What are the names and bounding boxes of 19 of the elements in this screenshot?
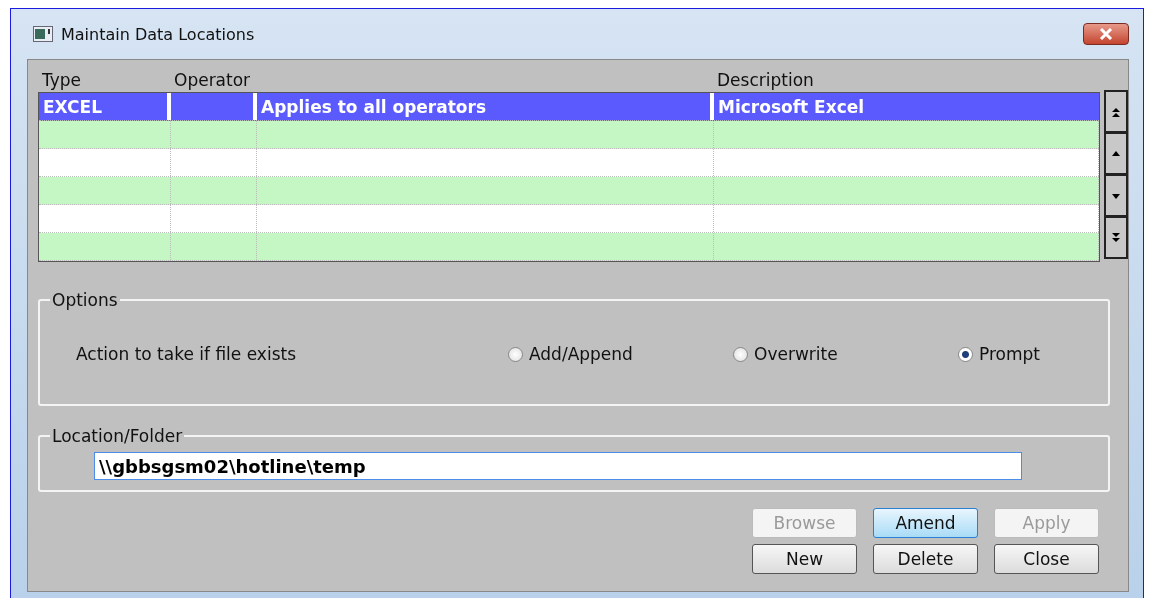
option-label: Action to take if file exists [76, 344, 298, 364]
column-header: Description [716, 70, 815, 90]
table-row[interactable]: EXCEL Applies to all operators Microsoft Excel [39, 93, 1099, 121]
group-title: Location/Folder [51, 426, 184, 446]
table-cell: Applies to all operators [261, 96, 487, 117]
dialog-button[interactable]: Amend [873, 508, 978, 538]
radio-option[interactable]: Add/Append [508, 344, 733, 364]
radio-option[interactable]: Overwrite [733, 344, 958, 364]
dialog-button[interactable]: Delete [873, 544, 978, 574]
table-cell: EXCEL [43, 96, 103, 117]
dialog-button[interactable]: Close [994, 544, 1099, 574]
column-header: Type [41, 70, 83, 90]
dialog-button[interactable]: New [752, 544, 857, 574]
table-cell: Microsoft Excel [718, 96, 865, 117]
group-title: Options [51, 290, 119, 310]
column-header: Operator [173, 70, 252, 90]
window-title: Maintain Data Locations [61, 24, 255, 44]
radio-option[interactable]: Prompt [958, 344, 1040, 364]
folder-input[interactable]: \\gbbsgsm02\hotline\temp [94, 452, 1022, 480]
